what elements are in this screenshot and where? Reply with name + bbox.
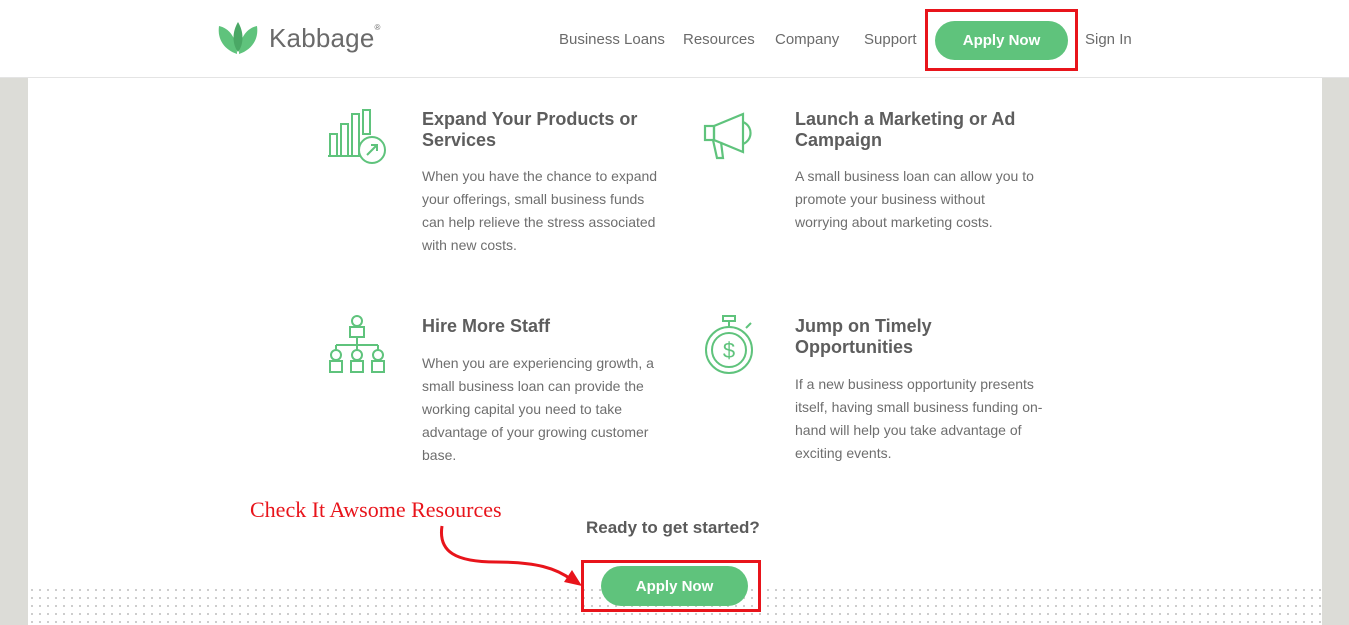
site-header: Kabbage® Business Loans Resources Compan…	[0, 0, 1349, 78]
feature-title-marketing: Launch a Marketing or Ad Campaign	[795, 109, 1016, 150]
ready-prompt: Ready to get started?	[586, 518, 760, 537]
feature-title-opportunities: Jump on Timely Opportunities	[795, 316, 932, 357]
logo-text: Kabbage®	[269, 22, 381, 53]
kabbage-logo[interactable]: Kabbage®	[215, 20, 381, 56]
megaphone-icon	[703, 112, 752, 160]
feature-title-expand: Expand Your Products or Services	[422, 109, 638, 150]
feature-desc-opportunities: If a new business opportunity presents i…	[795, 376, 1043, 461]
stopwatch-dollar-icon: $	[705, 315, 753, 374]
leaf-logo-icon	[218, 22, 258, 54]
highlight-box-header-apply	[925, 9, 1078, 71]
nav-resources[interactable]: Resources	[683, 31, 755, 48]
feature-title-hire: Hire More Staff	[422, 316, 551, 336]
main-content	[28, 78, 1322, 625]
svg-text:$: $	[723, 338, 735, 363]
sign-in-link[interactable]: Sign In	[1085, 31, 1132, 48]
nav-company[interactable]: Company	[775, 31, 839, 48]
growth-chart-icon	[328, 109, 386, 164]
highlight-box-cta-apply	[581, 560, 761, 612]
nav-support[interactable]: Support	[864, 31, 917, 48]
feature-desc-marketing: A small business loan can allow you to p…	[795, 168, 1034, 230]
org-chart-icon	[329, 315, 385, 373]
nav-business-loans[interactable]: Business Loans	[559, 31, 665, 48]
annotation-text: Check It Awsome Resources	[250, 497, 502, 522]
feature-desc-expand: When you have the chance to expand your …	[422, 168, 658, 253]
feature-desc-hire: When you are experiencing growth, a smal…	[422, 355, 654, 463]
annotation-arrow-icon	[439, 525, 582, 586]
